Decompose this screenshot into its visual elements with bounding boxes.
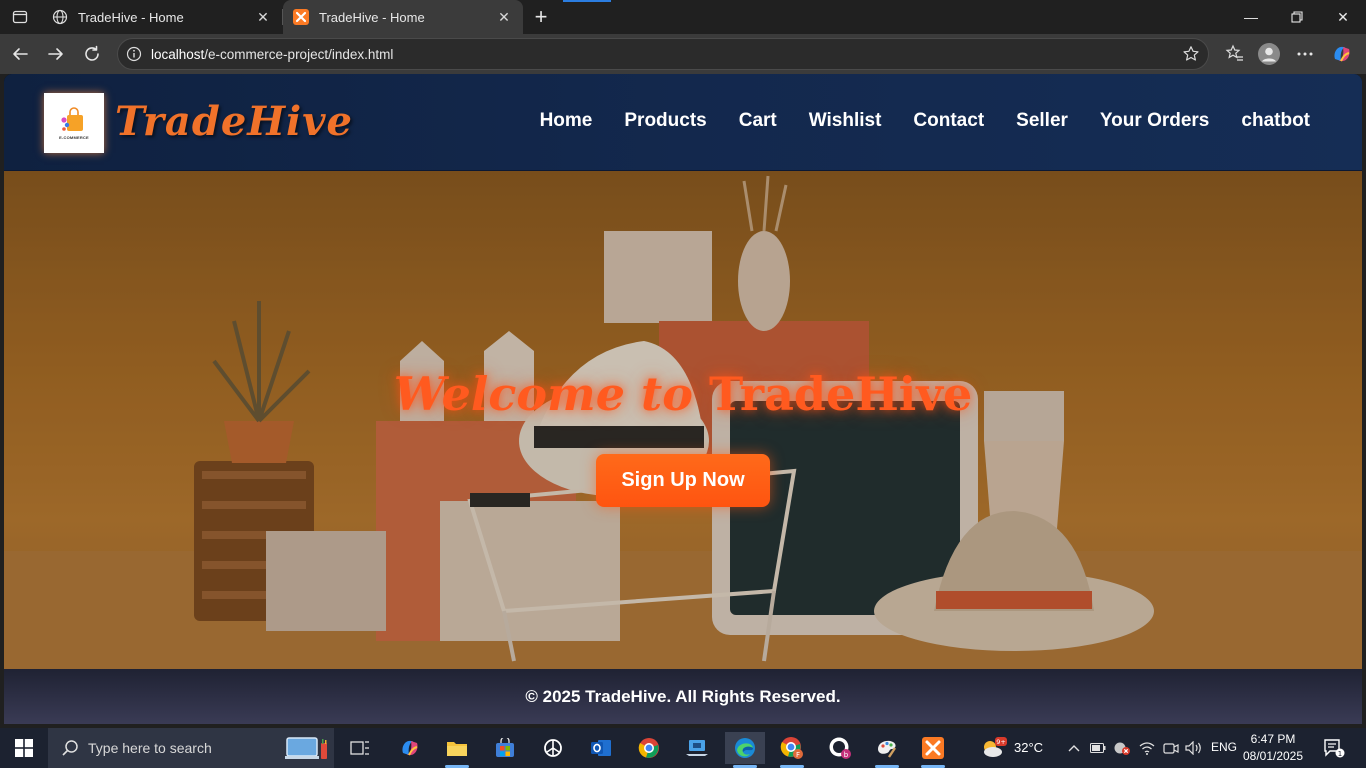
url-text: localhost/e-commerce-project/index.html bbox=[151, 47, 393, 62]
main-nav: Home Products Cart Wishlist Contact Sell… bbox=[540, 110, 1310, 132]
back-arrow-icon[interactable] bbox=[6, 40, 34, 68]
hero-title: Welcome to TradeHive bbox=[4, 367, 1362, 421]
windows-taskbar: Type here to search F b 9+ 32°C ENG 6:47… bbox=[0, 728, 1366, 768]
site-info-icon[interactable] bbox=[126, 46, 142, 62]
tab-title: TradeHive - Home bbox=[78, 9, 184, 25]
nav-your-orders[interactable]: Your Orders bbox=[1100, 110, 1209, 132]
chatgpt-icon[interactable] bbox=[533, 732, 573, 764]
address-bar[interactable]: localhost/e-commerce-project/index.html bbox=[117, 38, 1209, 70]
site-logo[interactable]: E-COMMERCE bbox=[44, 93, 104, 153]
search-placeholder: Type here to search bbox=[88, 740, 212, 756]
vscode-remote-icon[interactable] bbox=[677, 732, 717, 764]
copilot-taskbar-icon[interactable] bbox=[390, 732, 430, 764]
edge-browser-icon[interactable] bbox=[725, 732, 765, 768]
minimize-icon[interactable]: — bbox=[1228, 0, 1274, 34]
nav-home[interactable]: Home bbox=[540, 110, 593, 132]
network-error-icon[interactable] bbox=[1111, 732, 1133, 764]
show-hidden-icons-chevron-icon[interactable] bbox=[1062, 732, 1086, 764]
clock-date: 08/01/2025 bbox=[1242, 749, 1304, 763]
battery-icon[interactable] bbox=[1087, 732, 1109, 764]
nav-cart[interactable]: Cart bbox=[739, 110, 777, 132]
taskbar-clock[interactable]: 6:47 PM 08/01/2025 bbox=[1238, 731, 1308, 765]
input-language[interactable]: ENG bbox=[1211, 740, 1237, 754]
close-tab-icon[interactable]: ✕ bbox=[495, 8, 513, 26]
browser-tab-strip: TradeHive - Home ✕ TradeHive - Home ✕ + … bbox=[0, 0, 1366, 34]
browser-tab-2-active[interactable]: TradeHive - Home ✕ bbox=[283, 0, 523, 34]
nav-contact[interactable]: Contact bbox=[913, 110, 984, 132]
github-desktop-icon[interactable]: b bbox=[820, 732, 860, 764]
file-explorer-icon[interactable] bbox=[437, 732, 477, 768]
site-footer: © 2025 TradeHive. All Rights Reserved. bbox=[4, 669, 1362, 724]
chrome-profile-icon[interactable]: F bbox=[772, 732, 812, 768]
search-highlight-icon bbox=[284, 734, 330, 762]
close-window-icon[interactable]: ✕ bbox=[1320, 0, 1366, 34]
globe-icon bbox=[52, 9, 68, 25]
volume-icon[interactable] bbox=[1183, 732, 1205, 764]
site-header: E-COMMERCE TradeHive Home Products Cart … bbox=[4, 74, 1362, 171]
browser-tab-1[interactable]: TradeHive - Home ✕ bbox=[42, 0, 283, 34]
xampp-taskbar-icon[interactable] bbox=[913, 732, 953, 768]
page-viewport: E-COMMERCE TradeHive Home Products Cart … bbox=[4, 74, 1362, 724]
new-tab-plus-icon[interactable]: + bbox=[529, 4, 553, 29]
close-tab-icon[interactable]: ✕ bbox=[254, 8, 272, 26]
taskbar-search[interactable]: Type here to search bbox=[48, 728, 334, 768]
meet-now-icon[interactable] bbox=[1160, 732, 1182, 764]
nav-wishlist[interactable]: Wishlist bbox=[809, 110, 882, 132]
svg-text:b: b bbox=[844, 751, 849, 759]
shopping-bag-icon bbox=[60, 106, 88, 133]
nav-chatbot[interactable]: chatbot bbox=[1241, 110, 1310, 132]
task-view-icon[interactable] bbox=[340, 732, 380, 764]
notifications-icon[interactable]: 1 bbox=[1318, 732, 1350, 764]
microsoft-store-icon[interactable] bbox=[485, 732, 525, 764]
restore-icon[interactable] bbox=[1274, 0, 1320, 34]
sign-up-button[interactable]: Sign Up Now bbox=[596, 454, 770, 507]
tab-accent-line bbox=[563, 0, 611, 2]
refresh-icon[interactable] bbox=[78, 40, 106, 68]
weather-icon[interactable]: 9+ bbox=[976, 732, 1010, 764]
notification-count: 1 bbox=[1338, 750, 1342, 758]
search-icon bbox=[62, 740, 78, 756]
svg-text:F: F bbox=[796, 751, 800, 759]
weather-badge: 9+ bbox=[996, 738, 1006, 746]
url-path: /e-commerce-project/index.html bbox=[204, 47, 394, 62]
url-host: localhost bbox=[151, 47, 205, 62]
hero-banner: Welcome to TradeHive Sign Up Now bbox=[4, 171, 1362, 669]
chrome-icon[interactable] bbox=[629, 732, 669, 764]
wifi-icon[interactable] bbox=[1136, 732, 1158, 764]
more-options-icon[interactable] bbox=[1294, 43, 1316, 65]
brand-name[interactable]: TradeHive bbox=[115, 98, 353, 145]
weather-temp[interactable]: 32°C bbox=[1014, 740, 1043, 755]
logo-caption: E-COMMERCE bbox=[59, 134, 89, 140]
footer-copyright: © 2025 TradeHive. All Rights Reserved. bbox=[525, 686, 841, 706]
hero-title-script: Welcome to bbox=[393, 367, 693, 421]
tab-actions-icon[interactable] bbox=[8, 6, 32, 28]
outlook-icon[interactable] bbox=[581, 732, 621, 764]
clock-time: 6:47 PM bbox=[1250, 732, 1296, 746]
forward-arrow-icon[interactable] bbox=[42, 40, 70, 68]
nav-seller[interactable]: Seller bbox=[1016, 110, 1068, 132]
favorite-star-icon[interactable] bbox=[1182, 45, 1200, 63]
browser-toolbar: localhost/e-commerce-project/index.html bbox=[0, 34, 1366, 74]
favorites-icon[interactable] bbox=[1224, 43, 1246, 65]
xampp-icon bbox=[293, 9, 309, 25]
tab-title: TradeHive - Home bbox=[319, 9, 425, 25]
hero-title-brand: TradeHive bbox=[708, 367, 973, 421]
paint-app-icon[interactable] bbox=[867, 732, 907, 768]
nav-products[interactable]: Products bbox=[624, 110, 706, 132]
windows-start-icon[interactable] bbox=[0, 728, 48, 768]
copilot-icon[interactable] bbox=[1331, 43, 1353, 65]
profile-avatar-icon[interactable] bbox=[1258, 43, 1280, 65]
